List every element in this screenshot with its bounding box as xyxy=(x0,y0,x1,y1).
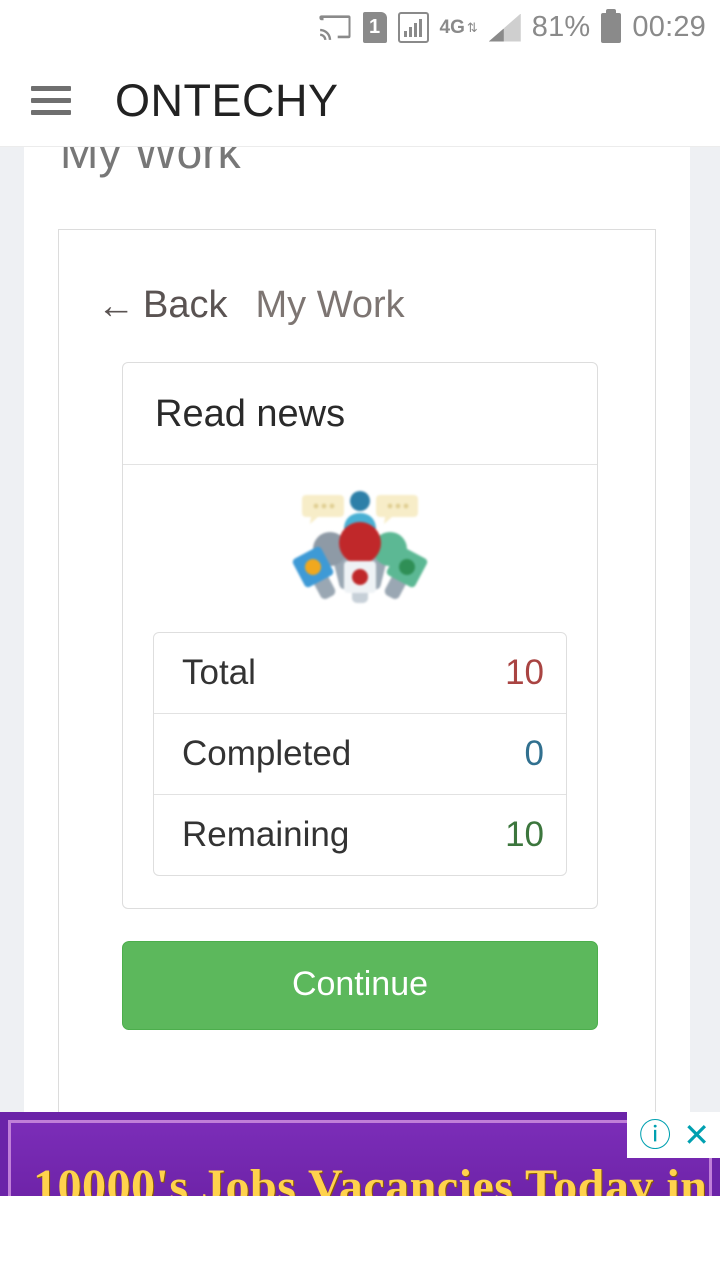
ad-choices-badge[interactable]: ⓘ ✕ xyxy=(627,1112,720,1158)
stat-value-total: 10 xyxy=(505,653,544,693)
ad-creative[interactable]: 10000's Jobs Vacancies Today in xyxy=(8,1120,712,1196)
cast-icon xyxy=(318,14,352,41)
app-header: ONTECHY xyxy=(0,55,720,147)
stat-label-total: Total xyxy=(182,653,256,693)
ad-banner[interactable]: 10000's Jobs Vacancies Today in ⓘ ✕ xyxy=(0,1112,720,1196)
table-row: Completed 0 xyxy=(154,714,566,796)
signal-bars-boxed-icon xyxy=(397,12,429,43)
status-bar: 1 4G ⇅ 81% 00:29 xyxy=(0,0,720,55)
network-activity-arrows-icon: ⇅ xyxy=(466,19,478,35)
sim-card-icon: 1 xyxy=(362,12,387,43)
battery-percent-label: 81% xyxy=(531,11,591,43)
page-body: My Work ← Back My Work Read news Total 1… xyxy=(0,147,720,1196)
back-button[interactable]: ← Back xyxy=(97,284,227,327)
stat-value-remaining: 10 xyxy=(505,815,544,855)
content-column: My Work ← Back My Work Read news Total 1… xyxy=(24,147,690,1196)
app-brand-title: ONTECHY xyxy=(115,75,339,126)
continue-button[interactable]: Continue xyxy=(122,941,598,1031)
battery-icon xyxy=(601,8,622,43)
page-title: My Work xyxy=(60,147,241,178)
task-card: Read news Total 10 Completed 0 Remaining… xyxy=(122,362,598,910)
news-interview-microphones-illustration xyxy=(290,487,430,609)
stat-label-remaining: Remaining xyxy=(182,815,350,855)
table-row: Total 10 xyxy=(154,633,566,715)
task-card-header: Read news xyxy=(123,363,597,466)
panel-nav-row: ← Back My Work xyxy=(87,230,627,327)
stat-label-completed: Completed xyxy=(182,734,352,774)
task-stats-list: Total 10 Completed 0 Remaining 10 xyxy=(153,632,567,877)
signal-bars-icon xyxy=(488,13,521,42)
work-panel: ← Back My Work Read news Total 10 Comple… xyxy=(58,229,656,1139)
network-type-icon: 4G ⇅ xyxy=(440,18,478,37)
task-title: Read news xyxy=(155,393,346,436)
task-card-body: Total 10 Completed 0 Remaining 10 xyxy=(123,465,597,908)
ad-headline: 10000's Jobs Vacancies Today in xyxy=(33,1160,708,1196)
table-row: Remaining 10 xyxy=(154,795,566,875)
close-icon[interactable]: ✕ xyxy=(683,1119,710,1151)
network-type-label: 4G xyxy=(439,17,465,38)
arrow-left-icon: ← xyxy=(97,284,135,327)
info-icon[interactable]: ⓘ xyxy=(639,1119,671,1151)
clock-label: 00:29 xyxy=(632,11,706,43)
stat-value-completed: 0 xyxy=(524,734,544,774)
hamburger-menu-icon[interactable] xyxy=(31,86,71,115)
back-button-label: Back xyxy=(143,284,228,327)
breadcrumb: My Work xyxy=(255,284,405,327)
